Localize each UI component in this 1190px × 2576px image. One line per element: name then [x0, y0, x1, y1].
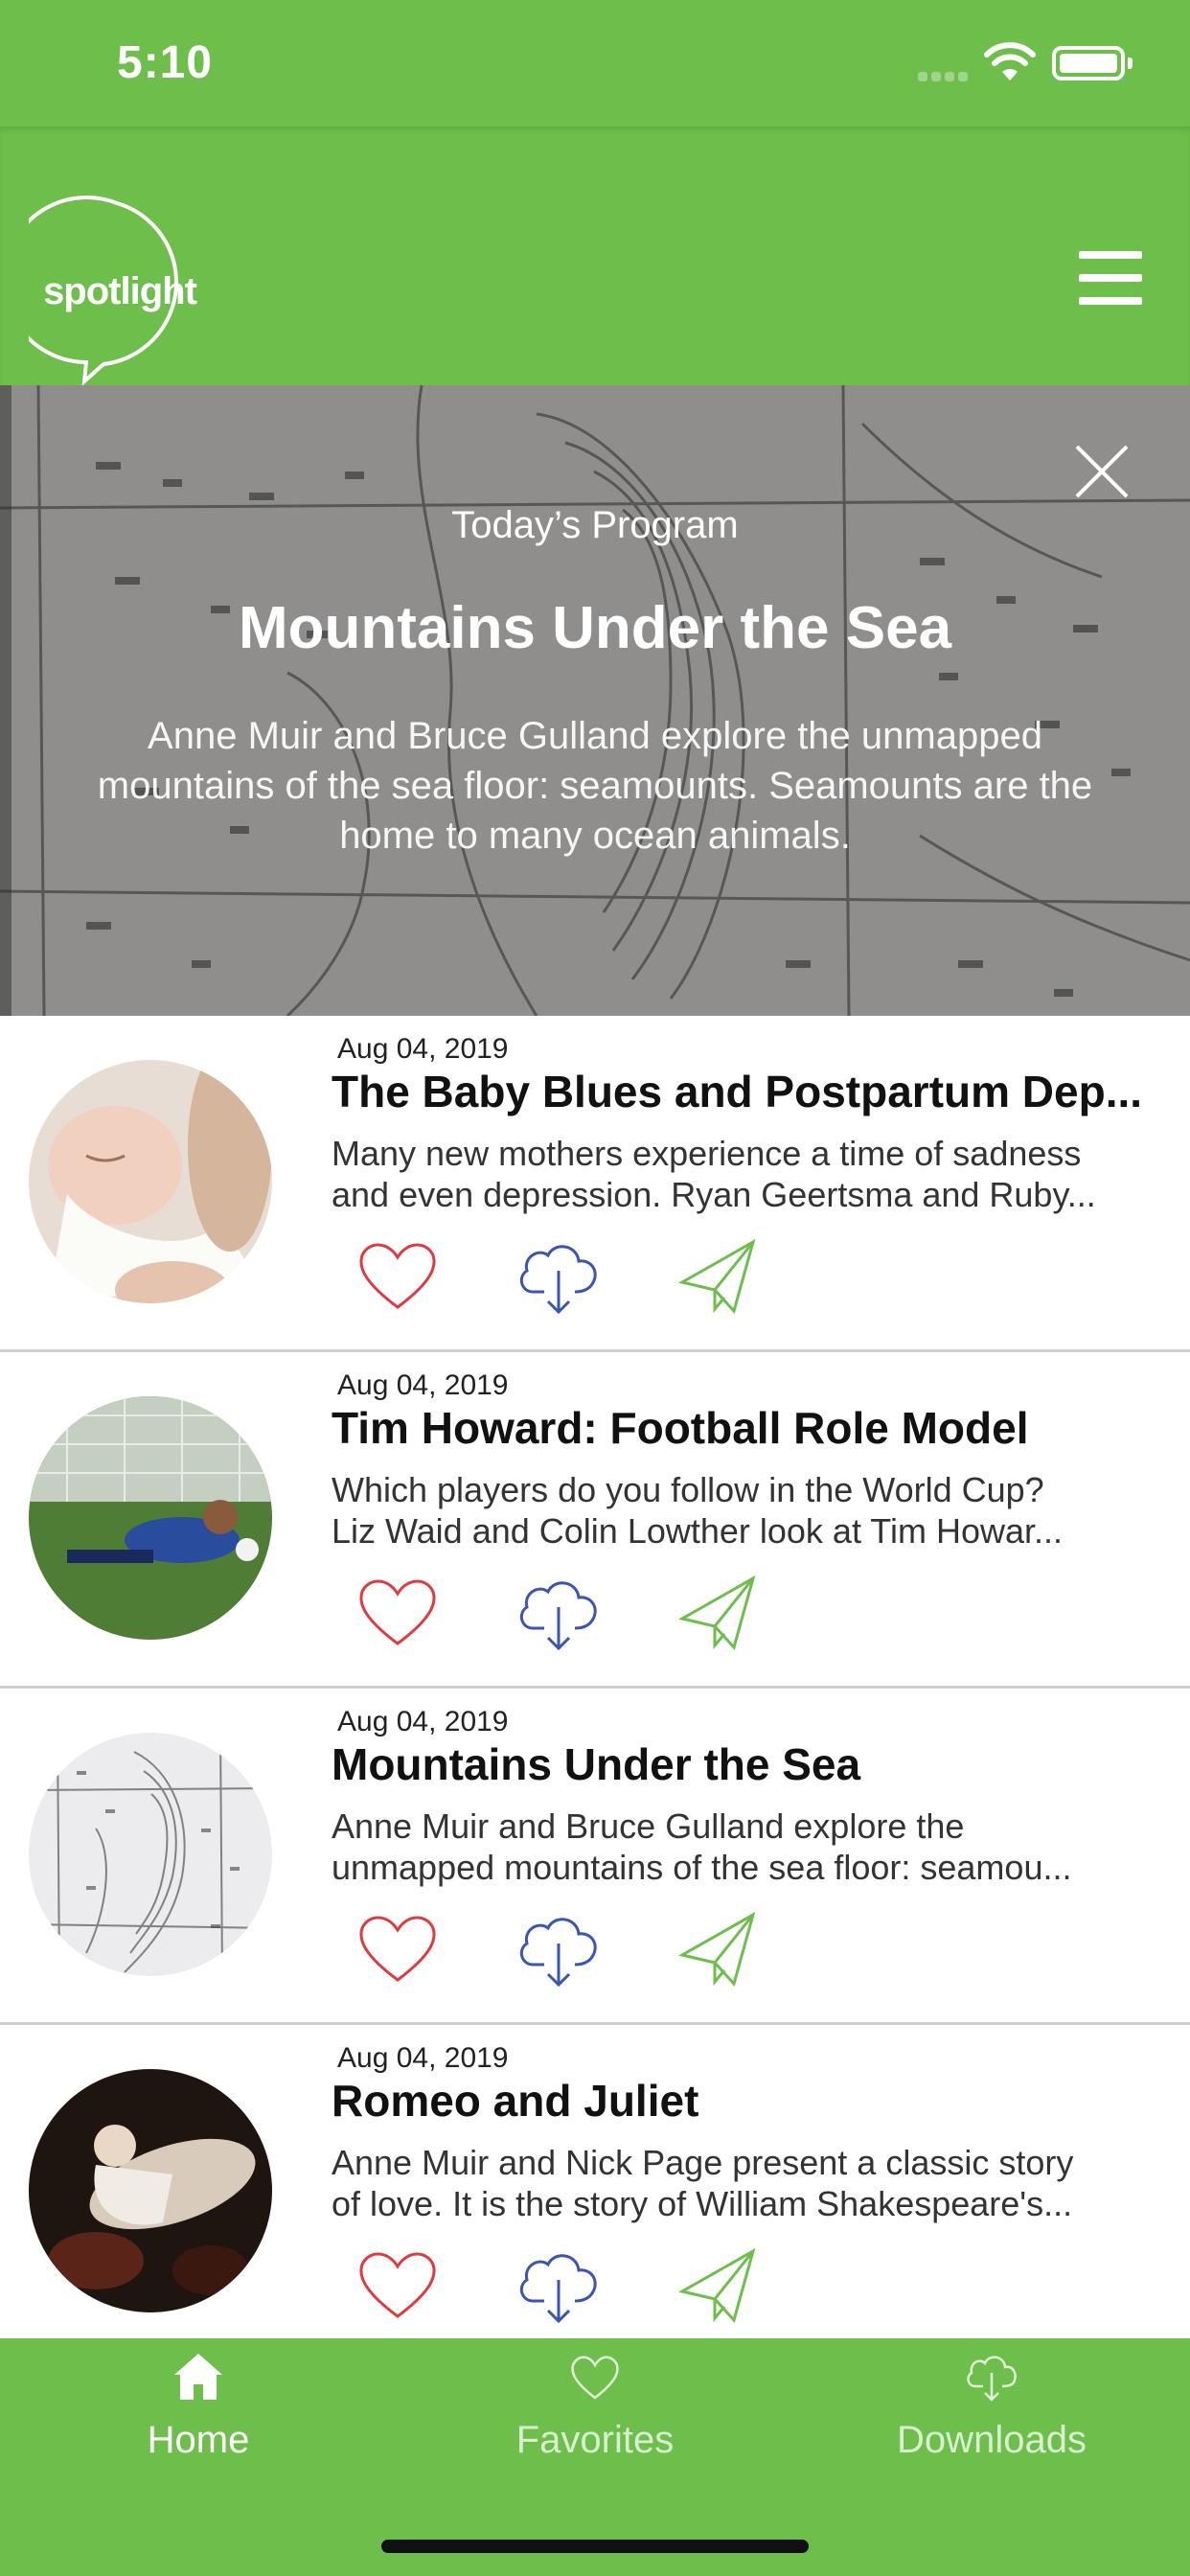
tab-label: Home	[147, 2419, 250, 2461]
program-description: Which players do you follow in the World…	[332, 1470, 1063, 1551]
tab-label: Favorites	[515, 2419, 675, 2461]
program-description: Anne Muir and Nick Page present a classi…	[332, 2143, 1074, 2223]
status-time: 5:10	[117, 37, 214, 88]
paper-plane-icon[interactable]	[676, 2247, 763, 2324]
heart-icon	[571, 2356, 619, 2400]
program-thumbnail	[29, 1396, 272, 1640]
heart-icon[interactable]	[355, 1238, 441, 1315]
list-item[interactable]: Aug 04, 2019 Tim Howard: Football Role M…	[0, 1352, 1190, 1689]
battery-icon	[1052, 46, 1133, 80]
program-title[interactable]: Mountains Under the Sea	[332, 1738, 1165, 1790]
program-title[interactable]: The Baby Blues and Postpartum Dep...	[332, 1066, 1165, 1117]
paper-plane-icon[interactable]	[676, 1575, 763, 1651]
program-date: Aug 04, 2019	[337, 1369, 509, 1401]
program-list[interactable]: Aug 04, 2019 The Baby Blues and Postpart…	[0, 1016, 1190, 2338]
list-item[interactable]: Aug 04, 2019 Mountains Under the Sea Ann…	[0, 1689, 1190, 2025]
list-item[interactable]: Aug 04, 2019 Romeo and Juliet Anne Muir …	[0, 2025, 1190, 2338]
todays-program-banner[interactable]: Today’s Program Mountains Under the Sea …	[0, 385, 1190, 1016]
status-bar: 5:10	[0, 0, 1190, 126]
tab-label: Downloads	[897, 2419, 1087, 2461]
program-date: Aug 04, 2019	[337, 1033, 509, 1065]
wifi-icon	[984, 42, 1036, 80]
cloud-download-icon[interactable]	[515, 2247, 602, 2324]
program-description: Anne Muir and Bruce Gulland explore the …	[332, 1806, 1072, 1887]
hero-title: Mountains Under the Sea	[238, 595, 952, 661]
cloud-download-icon[interactable]	[515, 1575, 602, 1651]
program-thumbnail	[29, 2069, 272, 2312]
app-header: spotlight	[0, 126, 1190, 385]
home-icon	[174, 2354, 222, 2400]
program-title[interactable]: Romeo and Juliet	[332, 2075, 1165, 2127]
tab-home[interactable]: Home	[0, 2338, 397, 2478]
home-indicator-area	[0, 2478, 1190, 2576]
cellular-signal-icon	[918, 69, 972, 81]
cloud-download-icon	[967, 2356, 1017, 2402]
menu-button[interactable]	[1079, 251, 1142, 305]
list-item[interactable]: Aug 04, 2019 The Baby Blues and Postpart…	[0, 1016, 1190, 1352]
paper-plane-icon[interactable]	[676, 1238, 763, 1315]
close-icon[interactable]	[1073, 443, 1131, 500]
seafloor-map-image	[0, 385, 1190, 1016]
heart-icon[interactable]	[355, 1911, 441, 1988]
hero-description: Anne Muir and Bruce Gulland explore the …	[97, 715, 1093, 857]
program-date: Aug 04, 2019	[337, 2042, 509, 2074]
heart-icon[interactable]	[355, 2247, 441, 2324]
program-description: Many new mothers experience a time of sa…	[332, 1134, 1096, 1214]
program-title[interactable]: Tim Howard: Football Role Model	[332, 1402, 1165, 1454]
logo-text: spotlight	[43, 270, 197, 312]
heart-icon[interactable]	[355, 1575, 441, 1651]
home-indicator[interactable]	[381, 2540, 809, 2553]
cloud-download-icon[interactable]	[515, 1238, 602, 1315]
program-thumbnail	[29, 1733, 272, 1976]
program-thumbnail	[29, 1060, 272, 1303]
program-date: Aug 04, 2019	[337, 1706, 509, 1737]
paper-plane-icon[interactable]	[676, 1911, 763, 1988]
cloud-download-icon[interactable]	[515, 1911, 602, 1988]
tab-downloads[interactable]: Downloads	[793, 2338, 1190, 2478]
hero-kicker: Today’s Program	[451, 504, 739, 546]
tab-favorites[interactable]: Favorites	[397, 2338, 793, 2478]
tab-bar: Home Favorites Downloads	[0, 2338, 1190, 2478]
